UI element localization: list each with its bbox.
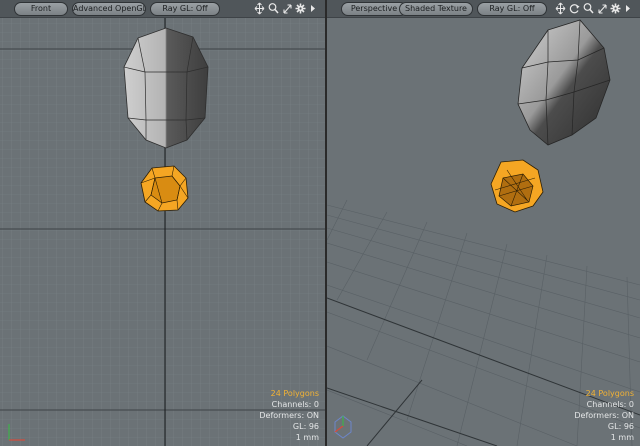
view-type-button[interactable]: Front [14,2,68,16]
perspective-viewport[interactable]: Perspective Shaded Texture Ray GL: Off 2… [327,0,640,446]
fit-icon[interactable] [282,1,293,16]
move-icon[interactable] [254,1,265,16]
fit-icon[interactable] [597,1,608,16]
front-viewport-canvas[interactable] [0,0,325,446]
settings-icon[interactable] [295,1,306,16]
viewport-tools [555,1,637,16]
channels-readout: Channels: 0 [271,400,319,409]
deformers-readout: Deformers: ON [574,411,634,420]
polygon-count: 24 Polygons [585,389,634,398]
channels-readout: Channels: 0 [586,400,634,409]
ray-gl-button[interactable]: Ray GL: Off [150,2,220,16]
menu-arrow-icon[interactable] [309,1,317,16]
view-type-button[interactable]: Perspective [341,2,407,16]
selected-gem-mesh[interactable] [490,159,544,213]
axis-gizmo [334,415,352,439]
gl-readout: GL: 96 [292,422,319,431]
viewport-tools [254,1,322,16]
rotate-icon[interactable] [569,1,580,16]
scale-readout: 1 mm [295,433,319,442]
ray-gl-button[interactable]: Ray GL: Off [477,2,547,16]
zoom-icon[interactable] [268,1,279,16]
shield-mesh[interactable] [517,19,611,146]
move-icon[interactable] [555,1,566,16]
perspective-viewport-canvas[interactable] [327,0,640,446]
menu-arrow-icon[interactable] [624,1,632,16]
front-viewport[interactable]: Front Advanced OpenGL Ray GL: Off 24 Pol… [0,0,325,446]
deformers-readout: Deformers: ON [259,411,319,420]
perspective-viewport-header: Perspective Shaded Texture Ray GL: Off [327,0,640,18]
polygon-count: 24 Polygons [270,389,319,398]
front-viewport-stats: 24 Polygons Channels: 0 Deformers: ON GL… [259,388,319,443]
front-viewport-header: Front Advanced OpenGL Ray GL: Off [0,0,325,18]
gl-readout: GL: 96 [607,422,634,431]
shading-mode-button[interactable]: Advanced OpenGL [72,2,146,16]
scale-readout: 1 mm [610,433,634,442]
perspective-viewport-stats: 24 Polygons Channels: 0 Deformers: ON GL… [574,388,634,443]
shading-mode-button[interactable]: Shaded Texture [399,2,473,16]
selected-gem-mesh[interactable] [140,165,189,212]
zoom-icon[interactable] [583,1,594,16]
settings-icon[interactable] [610,1,621,16]
